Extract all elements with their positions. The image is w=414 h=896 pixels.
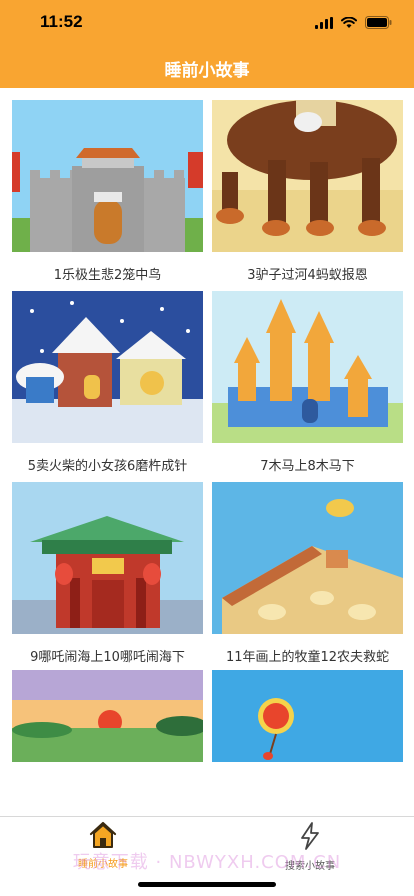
story-thumbnail[interactable] [212, 291, 403, 443]
status-time: 11:52 [40, 12, 83, 31]
story-card[interactable]: 5卖火柴的小女孩6磨杵成针 [12, 291, 203, 474]
story-thumbnail[interactable] [212, 100, 403, 252]
story-grid[interactable]: 1乐极生悲2笼中鸟 3驴子过河4蚂蚁报恩 5卖火柴的小女孩6磨杵成针 7木马上8… [0, 88, 414, 816]
wifi-icon [341, 14, 357, 33]
story-card[interactable]: 1乐极生悲2笼中鸟 [12, 100, 203, 283]
story-thumbnail[interactable] [212, 670, 403, 762]
status-icons [315, 14, 392, 33]
battery-icon [365, 14, 392, 33]
story-card[interactable] [12, 670, 203, 774]
story-card[interactable] [212, 670, 403, 774]
story-title: 3驴子过河4蚂蚁报恩 [247, 268, 368, 283]
story-thumbnail[interactable] [212, 482, 403, 634]
story-card[interactable]: 7木马上8木马下 [212, 291, 403, 474]
story-title: 5卖火柴的小女孩6磨杵成针 [27, 459, 188, 474]
story-thumbnail[interactable] [12, 670, 203, 762]
navigation-header: 11:52 睡前小故事 [0, 0, 414, 88]
page-title: 睡前小故事 [164, 61, 250, 81]
story-thumbnail[interactable] [12, 291, 203, 443]
story-thumbnail[interactable] [12, 100, 203, 252]
story-title: 11年画上的牧童12农夫救蛇 [225, 650, 390, 665]
story-card[interactable]: 9哪吒闹海上10哪吒闹海下 [12, 482, 203, 665]
watermark-text: 玩意下载 · NBWYXH.COM.CN [72, 852, 342, 873]
story-title: 9哪吒闹海上10哪吒闹海下 [30, 650, 185, 665]
story-title: 1乐极生悲2笼中鸟 [53, 268, 162, 283]
home-indicator [138, 882, 276, 887]
story-title: 7木马上8木马下 [260, 459, 355, 474]
signal-icon [315, 14, 333, 33]
story-thumbnail[interactable] [12, 482, 203, 634]
story-card[interactable]: 3驴子过河4蚂蚁报恩 [212, 100, 403, 283]
story-card[interactable]: 11年画上的牧童12农夫救蛇 [212, 482, 403, 665]
